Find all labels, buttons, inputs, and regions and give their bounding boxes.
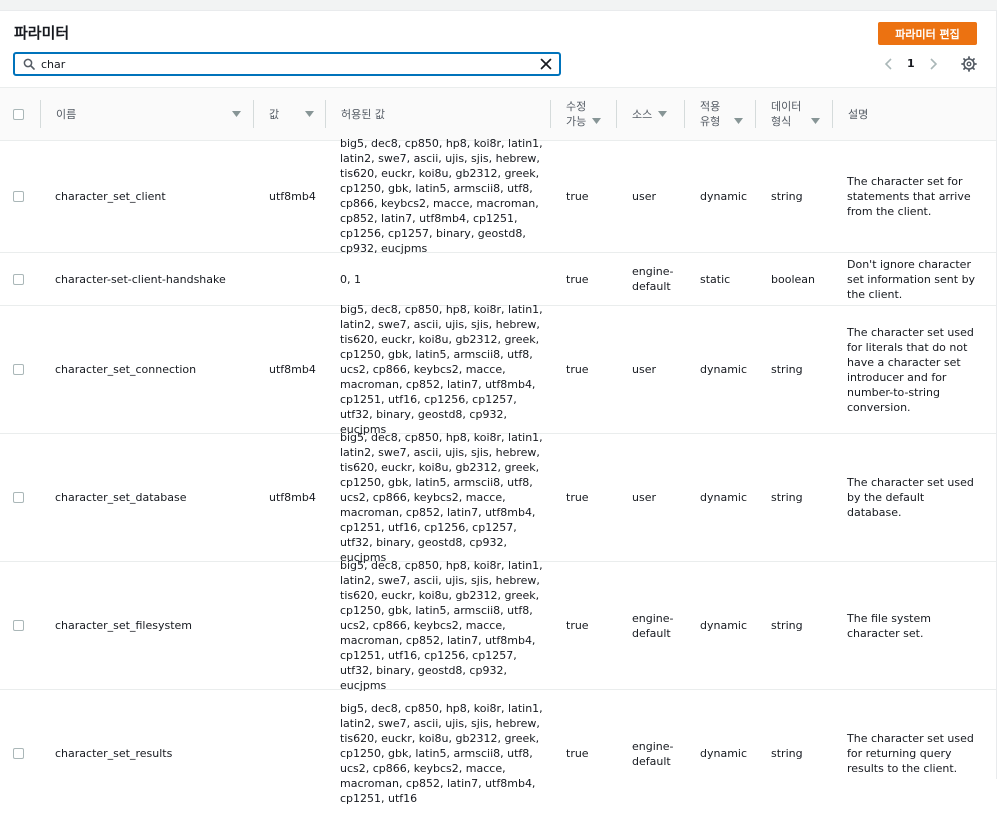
column-header-modifiable[interactable]: 수정 가능	[566, 88, 606, 140]
param-modifiable: true	[566, 272, 589, 286]
pagination: 1	[880, 54, 950, 74]
column-divider	[550, 100, 551, 128]
param-modifiable: true	[566, 747, 589, 760]
search-input[interactable]	[41, 55, 521, 73]
param-apply-type: dynamic	[700, 189, 748, 203]
param-name: character_set_filesystem	[55, 619, 193, 632]
param-value: utf8mb4	[269, 189, 316, 203]
row-checkbox[interactable]	[13, 620, 24, 631]
column-divider	[40, 100, 41, 128]
param-source: engine-default	[632, 739, 674, 768]
param-description: The character set used by the default da…	[847, 476, 974, 519]
column-header-value[interactable]: 값	[269, 88, 314, 140]
param-apply-type: dynamic	[700, 363, 748, 376]
param-name: character_set_results	[55, 747, 173, 760]
param-data-type: string	[771, 491, 803, 504]
row-checkbox[interactable]	[13, 190, 24, 202]
param-description: The character set for statements that ar…	[847, 174, 971, 218]
param-name: character_set_database	[55, 491, 187, 504]
row-checkbox[interactable]	[13, 748, 24, 759]
param-allowed-values: big5, dec8, cp850, hp8, koi8r, latin1, l…	[340, 431, 543, 564]
param-apply-type: dynamic	[700, 619, 748, 632]
table-row: character_set_database utf8mb4 big5, dec…	[0, 431, 996, 564]
table-row: character_set_results big5, dec8, cp850,…	[0, 690, 996, 817]
column-divider	[325, 100, 326, 128]
param-modifiable: true	[566, 491, 589, 504]
param-modifiable: true	[566, 189, 589, 203]
param-allowed-values: big5, dec8, cp850, hp8, koi8r, latin1, l…	[340, 137, 543, 255]
param-apply-type: dynamic	[700, 747, 748, 760]
table-header: 이름 값 허용된 값 수정 가능 소스 적용 유형 데이터 형식 설명	[0, 87, 996, 141]
select-all-checkbox[interactable]	[13, 108, 24, 120]
param-source: user	[632, 491, 656, 504]
top-bar	[0, 0, 997, 11]
param-modifiable: true	[566, 363, 589, 376]
sort-caret-icon	[811, 118, 821, 124]
column-header-description: 설명	[848, 107, 869, 121]
column-header-allowed-values: 허용된 값	[341, 107, 385, 121]
chevron-left-icon[interactable]	[882, 56, 896, 72]
sort-caret-icon	[592, 118, 602, 124]
column-divider	[684, 100, 685, 128]
param-data-type: string	[771, 363, 803, 376]
param-value: utf8mb4	[269, 363, 316, 376]
param-value: utf8mb4	[269, 491, 316, 504]
param-description: The file system character set.	[847, 611, 931, 640]
param-source: engine-default	[632, 611, 674, 640]
param-modifiable: true	[566, 619, 589, 632]
column-divider	[832, 100, 833, 128]
param-allowed-values: big5, dec8, cp850, hp8, koi8r, latin1, l…	[340, 702, 543, 805]
row-checkbox[interactable]	[13, 273, 24, 285]
param-allowed-values: 0, 1	[340, 272, 361, 286]
search-icon	[23, 58, 35, 70]
param-apply-type: static	[700, 272, 731, 286]
sort-caret-icon	[305, 111, 314, 117]
param-allowed-values: big5, dec8, cp850, hp8, koi8r, latin1, l…	[340, 303, 543, 436]
param-data-type: string	[771, 189, 803, 203]
column-divider	[755, 100, 756, 128]
row-checkbox[interactable]	[13, 364, 24, 375]
settings-gear-icon[interactable]	[961, 56, 977, 72]
param-name: character_set_client	[55, 189, 166, 203]
column-header-name[interactable]: 이름	[56, 88, 241, 140]
column-divider	[253, 100, 254, 128]
param-name: character-set-client-handshake	[55, 272, 226, 286]
param-source: engine-default	[632, 265, 674, 293]
table-row: character_set_connection utf8mb4 big5, d…	[0, 303, 996, 436]
chevron-right-icon[interactable]	[926, 56, 940, 72]
sort-caret-icon	[658, 111, 668, 117]
search-box[interactable]	[13, 52, 561, 76]
param-data-type: string	[771, 619, 803, 632]
param-name: character_set_connection	[55, 363, 197, 376]
select-all-cell	[13, 88, 27, 140]
table-row: character_set_client utf8mb4 big5, dec8,…	[0, 137, 996, 255]
param-allowed-values: big5, dec8, cp850, hp8, koi8r, latin1, l…	[340, 559, 543, 692]
current-page-number[interactable]: 1	[907, 57, 915, 70]
param-source: user	[632, 189, 656, 203]
sort-caret-icon	[232, 111, 241, 117]
clear-search-icon[interactable]	[539, 57, 553, 71]
param-source: user	[632, 363, 656, 376]
sort-caret-icon	[734, 118, 744, 124]
param-data-type: boolean	[771, 272, 815, 286]
column-header-apply-type[interactable]: 적용 유형	[700, 88, 744, 140]
param-description: The character set used for literals that…	[847, 325, 974, 414]
table-row: character-set-client-handshake 0, 1 true…	[0, 253, 996, 306]
page-title: 파라미터	[14, 24, 70, 42]
param-description: The character set used for returning que…	[847, 732, 974, 775]
param-description: Don't ignore character set information s…	[847, 257, 976, 301]
edit-parameters-button[interactable]: 파라미터 편집	[878, 22, 977, 45]
row-checkbox[interactable]	[13, 492, 24, 503]
column-divider	[616, 100, 617, 128]
param-apply-type: dynamic	[700, 491, 748, 504]
column-header-data-type[interactable]: 데이터 형식	[771, 88, 821, 140]
column-header-source[interactable]: 소스	[632, 88, 674, 140]
param-data-type: string	[771, 747, 803, 760]
table-row: character_set_filesystem big5, dec8, cp8…	[0, 559, 996, 692]
